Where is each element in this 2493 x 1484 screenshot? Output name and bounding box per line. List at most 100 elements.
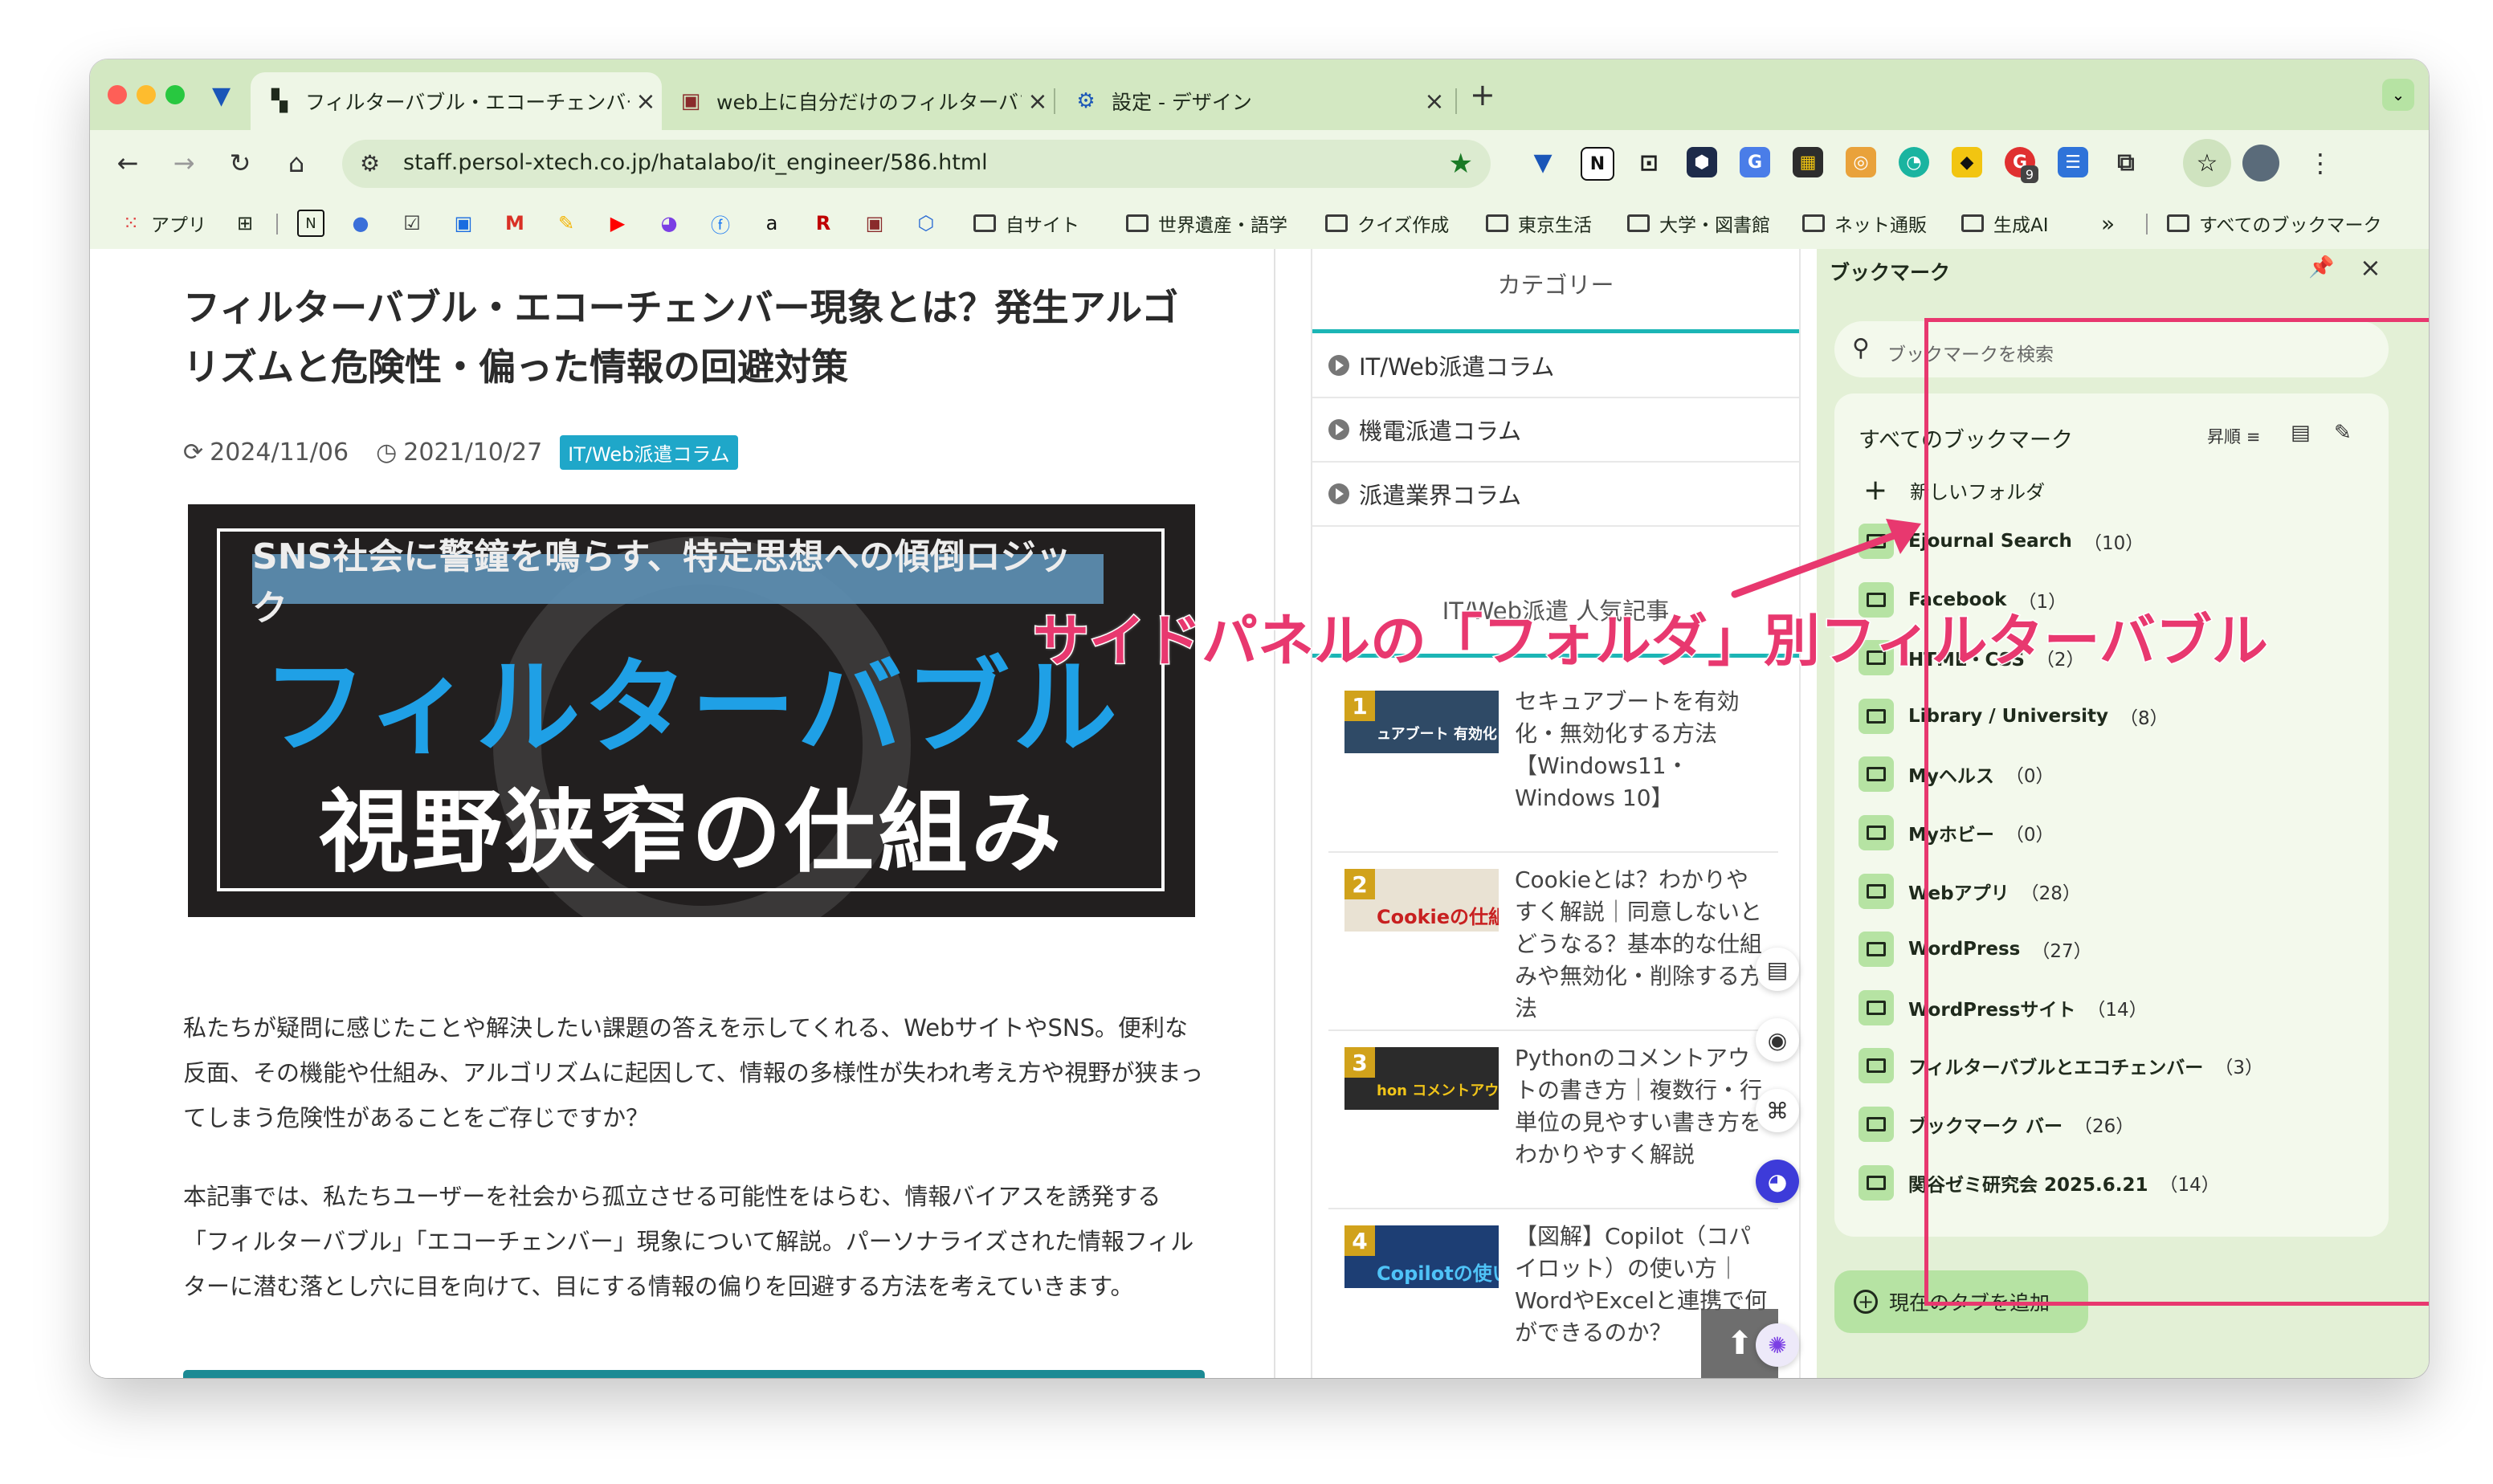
reload-button[interactable]: ↻ <box>223 146 257 180</box>
folder-world-heritage[interactable]: 世界遺産・語学 <box>1126 210 1287 236</box>
category-link[interactable]: 機電派遣コラム <box>1312 398 1799 463</box>
notion-bookmark-icon[interactable]: N <box>297 210 333 237</box>
youtube-icon[interactable]: ▶ <box>606 210 638 236</box>
extension-list-icon[interactable]: ☰ <box>2058 147 2088 177</box>
panel-title: ブックマーク <box>1830 261 1951 284</box>
folder-generative-ai[interactable]: 生成AI <box>1961 210 2049 236</box>
toolbar: ← → ↻ ⌂ ⚙ staff.persol-xtech.co.jp/hatal… <box>90 130 2429 196</box>
tab-title: フィルターバブル・エコーチェンバー現象とは？発生アルゴリズムと危険性 <box>305 91 630 114</box>
pin-icon[interactable]: 📌 <box>2308 255 2334 279</box>
new-tab-button[interactable]: + <box>1470 77 1495 112</box>
screenshot-extension-icon[interactable]: ⊡ <box>1634 147 1664 177</box>
folder-quiz[interactable]: クイズ作成 <box>1325 210 1449 236</box>
tab-groups-icon[interactable]: ⊞ <box>233 210 265 236</box>
folder-icon <box>1859 698 1894 734</box>
popular-article[interactable]: 3hon コメントアウトの書き方 Pythonのコメントアウトの書き方｜複数行・… <box>1328 1031 1778 1209</box>
pinned-tab-icon[interactable]: ▼ <box>212 82 231 110</box>
bookmark-icon[interactable]: ▣ <box>863 210 895 236</box>
folder-icon <box>1859 815 1894 850</box>
rakuten-icon[interactable]: R <box>811 210 843 236</box>
tab-title: web上に自分だけのフィルターバブル <box>716 91 1022 114</box>
minimize-window-button[interactable] <box>137 85 156 104</box>
folder-icon <box>1627 214 1650 232</box>
gmail-icon[interactable]: M <box>503 210 535 236</box>
ai-brain-icon[interactable]: ✺ <box>1756 1323 1799 1367</box>
bookmark-icon[interactable]: ● <box>349 210 381 236</box>
apps-icon[interactable]: ⌘ <box>1756 1089 1799 1132</box>
bookmarks-overflow-button[interactable]: » <box>2101 210 2115 237</box>
close-tab-icon[interactable]: × <box>1022 88 1054 116</box>
article-meta: ⟳ 2024/11/06 ◷ 2021/10/27 IT/Web派遣コラム <box>183 435 738 470</box>
extensions-puzzle-icon[interactable]: ⧉ <box>2111 147 2141 177</box>
facebook-icon[interactable]: ⓕ <box>708 210 741 237</box>
folder-icon <box>1859 873 1894 909</box>
published-icon: ◷ <box>376 438 398 467</box>
tab-article[interactable]: ▚ フィルターバブル・エコーチェンバー現象とは？発生アルゴリズムと危険性 × <box>251 72 662 130</box>
extension-chat-icon[interactable]: ◔ <box>1899 147 1929 177</box>
add-circle-icon: + <box>1854 1290 1878 1314</box>
category-badge[interactable]: IT/Web派遣コラム <box>560 435 738 470</box>
folder-icon <box>1859 756 1894 793</box>
category-link[interactable]: IT/Web派遣コラム <box>1312 334 1799 398</box>
popular-article[interactable]: 1ュアブート 有効化・無効化の方法 セキュアブートを有効化・無効化する方法【Wi… <box>1328 675 1778 853</box>
url-text: staff.persol-xtech.co.jp/hatalabo/it_eng… <box>403 150 988 175</box>
bookmark-icon[interactable]: ☑ <box>400 210 432 236</box>
tab-filter-bubble[interactable]: ▣ web上に自分だけのフィルターバブル × <box>662 72 1054 130</box>
close-tab-icon[interactable]: × <box>1418 88 1451 116</box>
extension-globe-icon[interactable]: ◎ <box>1846 147 1876 177</box>
folder-tokyo-life[interactable]: 東京生活 <box>1486 210 1592 236</box>
folder-icon <box>1486 214 1508 232</box>
tab-settings[interactable]: ⚙ 設定 - デザイン × <box>1057 72 1451 130</box>
translate-extension-icon[interactable]: G <box>1740 147 1770 177</box>
bookmark-icon[interactable]: ◕ <box>657 210 689 236</box>
bookmarks-sidepanel-icon[interactable]: ☆ <box>2183 139 2231 187</box>
notion-extension-icon[interactable]: N <box>1581 147 1614 181</box>
folder-online-shopping[interactable]: ネット通販 <box>1802 210 1927 236</box>
more-menu-icon[interactable]: ⋮ <box>2303 146 2337 180</box>
close-window-button[interactable] <box>108 85 127 104</box>
tab-search-chevron-icon[interactable]: ⌄ <box>2382 79 2414 111</box>
web-content: フィルターバブル・エコーチェンバー現象とは？発生アルゴリズムと危険性・偏った情報… <box>90 249 1817 1378</box>
updated-date: 2024/11/06 <box>210 438 349 467</box>
bookmark-icon[interactable]: ▣ <box>451 210 484 236</box>
folder-self-site[interactable]: 自サイト <box>973 210 1079 236</box>
updated-icon: ⟳ <box>183 438 204 467</box>
bookmark-bar-icon <box>1859 1107 1894 1142</box>
address-bar[interactable]: ⚙ staff.persol-xtech.co.jp/hatalabo/it_e… <box>342 140 1491 188</box>
category-link[interactable]: 派遣業界コラム <box>1312 463 1799 527</box>
home-button[interactable]: ⌂ <box>279 146 313 180</box>
extension-grid-icon[interactable]: ▦ <box>1793 147 1823 177</box>
play-circle-icon <box>1328 419 1349 440</box>
bookmark-icon[interactable]: ⬡ <box>914 210 946 236</box>
close-panel-icon[interactable]: × <box>2360 252 2381 283</box>
folder-icon <box>973 214 996 232</box>
bookmark-icon[interactable]: ✎ <box>554 210 586 236</box>
site-info-icon[interactable]: ⚙ <box>360 150 380 177</box>
page-favicon-icon: ▚ <box>271 89 288 113</box>
zoom-window-button[interactable] <box>165 85 185 104</box>
section-bar <box>183 1370 1205 1378</box>
all-bookmarks-folder[interactable]: すべてのブックマーク <box>2167 210 2381 236</box>
popular-article-title: セキュアブートを有効化・無効化する方法【Windows11・Windows 10… <box>1515 688 1740 811</box>
bookmark-star-icon[interactable]: ★ <box>1449 148 1473 180</box>
extension-v-icon[interactable]: ▼ <box>1528 147 1558 177</box>
extension-hex-icon[interactable]: ⬢ <box>1687 147 1717 177</box>
hero-subheadline: 視野狭窄の仕組み <box>319 781 1064 885</box>
amazon-icon[interactable]: a <box>760 210 792 236</box>
hero-image: SNS社会に警鐘を鳴らす、特定思想への傾倒ロジック フィルターバブル 視野狭窄の… <box>188 504 1195 917</box>
folder-icon <box>1802 214 1825 232</box>
profile-avatar[interactable] <box>2242 145 2279 181</box>
assistant-bot-icon[interactable]: ◕ <box>1756 1160 1799 1203</box>
tab-strip: ▼ ▚ フィルターバブル・エコーチェンバー現象とは？発生アルゴリズムと危険性 ×… <box>90 59 2429 130</box>
popular-article-title: Pythonのコメントアウトの書き方｜複数行・行単位の見やすい書き方をわかりやす… <box>1515 1045 1763 1168</box>
folder-university[interactable]: 大学・図書館 <box>1627 210 1770 236</box>
back-button[interactable]: ← <box>111 146 145 180</box>
reading-mode-icon[interactable]: ▤ <box>1756 948 1799 991</box>
close-tab-icon[interactable]: × <box>630 88 662 116</box>
apps-shortcut[interactable]: ⁙ アプリ <box>119 210 206 236</box>
forward-button[interactable]: → <box>167 146 201 180</box>
popular-article[interactable]: 2Cookieの仕組み Cookieとは？わかりやすく解説｜同意しないとどうなる… <box>1328 853 1778 1031</box>
podcast-icon[interactable]: ◉ <box>1756 1018 1799 1062</box>
extension-diamond-icon[interactable]: ◆ <box>1952 147 1982 177</box>
highlight-box <box>1924 318 2429 1306</box>
